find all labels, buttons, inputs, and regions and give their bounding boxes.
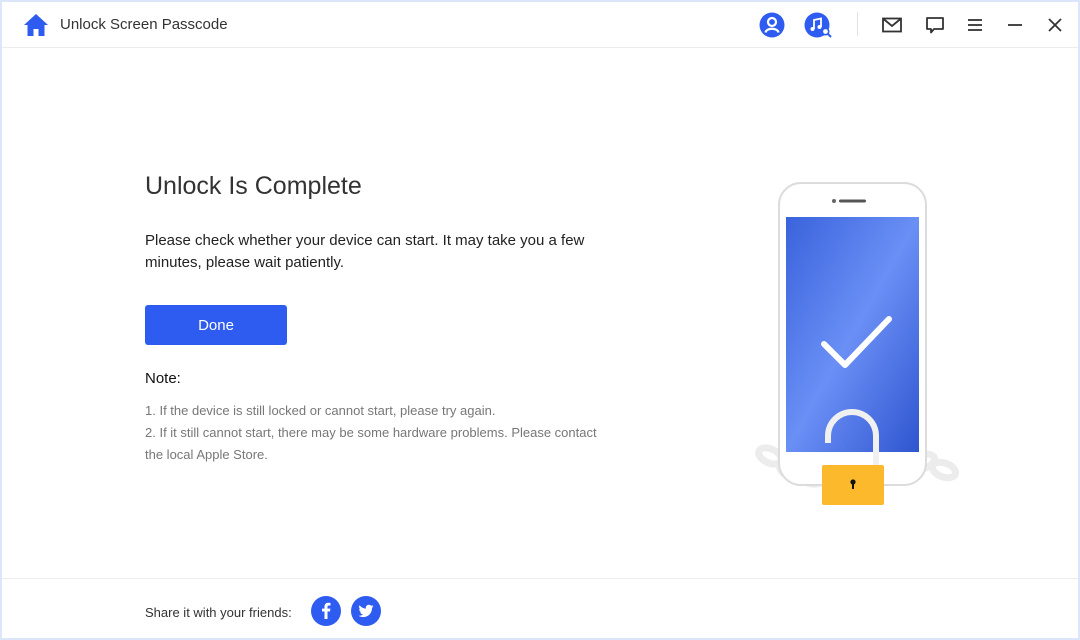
unlocked-phone-illustration xyxy=(755,182,960,505)
description-text: Please check whether your device can sta… xyxy=(145,232,585,271)
phone-screen xyxy=(786,217,919,452)
note-title: Note: xyxy=(145,370,181,387)
menu-icon[interactable] xyxy=(962,12,988,38)
feedback-icon[interactable] xyxy=(922,12,948,38)
account-icon[interactable] xyxy=(759,12,785,38)
page-title: Unlock Is Complete xyxy=(145,172,362,200)
facebook-icon xyxy=(322,602,331,619)
title-bar: Unlock Screen Passcode xyxy=(2,2,1078,48)
app-title: Unlock Screen Passcode xyxy=(60,16,228,33)
note-item: 2. If it still cannot start, there may b… xyxy=(145,425,597,462)
phone-camera xyxy=(832,199,836,203)
note-list: 1. If the device is still locked or cann… xyxy=(145,400,605,466)
mail-icon[interactable] xyxy=(879,12,905,38)
titlebar-divider xyxy=(857,12,858,36)
facebook-button[interactable] xyxy=(311,596,341,626)
twitter-icon xyxy=(358,604,374,618)
footer: Share it with your friends: xyxy=(2,578,1078,638)
home-icon[interactable] xyxy=(23,13,49,37)
main-content: Unlock Is Complete Please check whether … xyxy=(2,48,1078,578)
done-button[interactable]: Done xyxy=(145,305,287,345)
minimize-icon[interactable] xyxy=(1002,12,1028,38)
app-window: Unlock Screen Passcode Unlock Is Complet… xyxy=(0,0,1080,640)
music-search-icon[interactable] xyxy=(804,12,834,38)
close-icon[interactable] xyxy=(1042,12,1068,38)
twitter-button[interactable] xyxy=(351,596,381,626)
share-label: Share it with your friends: xyxy=(145,605,292,620)
note-item: 1. If the device is still locked or cann… xyxy=(145,403,496,418)
phone-speaker xyxy=(839,199,866,203)
